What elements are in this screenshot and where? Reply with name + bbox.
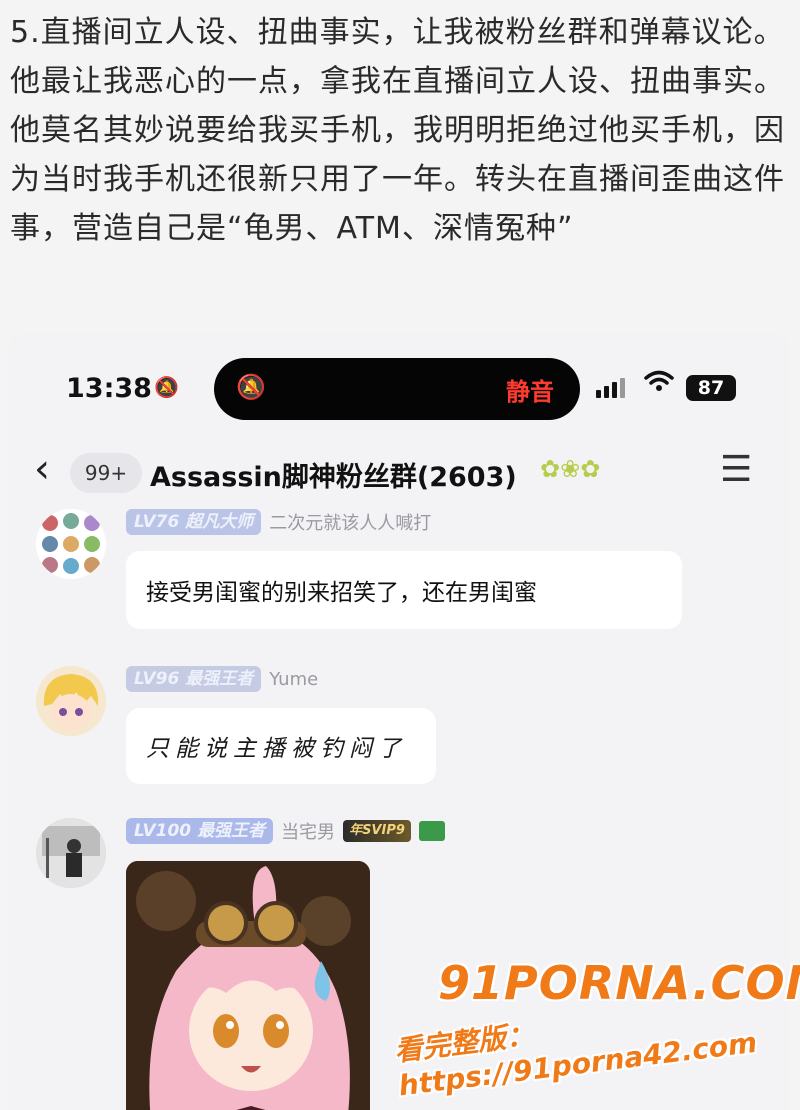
- rank-title: 最强王者: [197, 821, 266, 841]
- avatar[interactable]: [36, 818, 106, 888]
- bell-slash-icon: 🔕: [236, 373, 266, 401]
- green-medal-icon: [418, 821, 445, 841]
- mute-label: 静音: [506, 378, 554, 406]
- rank-title: 最强王者: [185, 669, 254, 689]
- level-badge: LV76 超凡大师: [126, 509, 262, 535]
- message-meta: LV100 最强王者 当宅男 年SVIP9: [126, 818, 445, 844]
- avatar[interactable]: [36, 509, 106, 579]
- dynamic-island: 🔕 静音: [214, 358, 580, 420]
- message-bubble[interactable]: 只能说主播被钓闷了: [126, 708, 436, 784]
- nickname[interactable]: Yume: [269, 669, 318, 690]
- group-title: Assassin脚神粉丝群(2603): [150, 462, 517, 493]
- message-meta: LV76 超凡大师 二次元就该人人喊打: [126, 509, 431, 535]
- anime-girl-image: [126, 861, 370, 1110]
- level-text: LV76: [134, 512, 180, 532]
- nickname[interactable]: 当宅男: [281, 818, 335, 844]
- wifi-icon: [644, 369, 674, 400]
- flower-decoration-icon: ✿❀✿: [540, 455, 601, 483]
- level-badge: LV100 最强王者: [126, 818, 274, 844]
- unread-count-badge[interactable]: 99+: [70, 453, 142, 493]
- post-text: 5.直播间立人设、扭曲事实，让我被粉丝群和弹幕议论。他最让我恶心的一点，拿我在直…: [10, 15, 785, 246]
- avatar[interactable]: [36, 666, 106, 736]
- rank-title: 超凡大师: [185, 512, 254, 532]
- bell-muted-icon: 🔕: [154, 375, 179, 399]
- chat-header: ‹ 99+ Assassin脚神粉丝群(2603) ✿❀✿ ☰: [8, 441, 790, 501]
- back-arrow-icon[interactable]: ‹: [34, 449, 50, 489]
- cellular-signal-icon: [596, 376, 625, 398]
- message-bubble[interactable]: 接受男闺蜜的别来招笑了，还在男闺蜜: [126, 551, 682, 629]
- level-badge: LV96 最强王者: [126, 666, 262, 692]
- battery-indicator: 87: [686, 375, 736, 401]
- message-meta: LV96 最强王者 Yume: [126, 666, 318, 692]
- status-time: 13:38: [66, 373, 152, 404]
- image-message[interactable]: [126, 861, 370, 1110]
- menu-icon[interactable]: ☰: [720, 449, 752, 490]
- svip-badge: 年SVIP9: [343, 820, 411, 842]
- level-text: LV96: [134, 669, 180, 689]
- level-text: LV100: [134, 821, 192, 841]
- nickname[interactable]: 二次元就该人人喊打: [269, 509, 431, 535]
